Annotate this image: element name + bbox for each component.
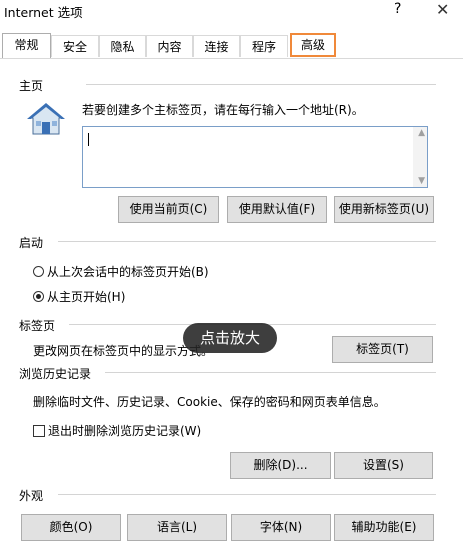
tab-general[interactable]: 常规 [2,33,51,58]
use-current-button[interactable]: 使用当前页(C) [118,196,219,223]
text-caret [88,133,89,146]
tab-advanced[interactable]: 高级 [290,33,336,57]
tabs-settings-button[interactable]: 标签页(T) [332,336,433,363]
history-description: 删除临时文件、历史记录、Cookie、保存的密码和网页表单信息。 [33,395,386,409]
delete-on-exit-checkbox[interactable] [33,425,45,437]
scroll-up-icon[interactable]: ▲ [418,128,425,138]
tabs-heading: 标签页 [19,319,56,333]
radio-last-session-label[interactable]: 从上次会话中的标签页开始(B) [47,263,209,280]
home-address-textarea[interactable]: ▲ ▼ [82,126,428,188]
accessibility-button[interactable]: 辅助功能(E) [334,514,434,541]
tab-divider [0,58,463,59]
scroll-down-icon[interactable]: ▼ [418,176,425,186]
help-button[interactable]: ? [394,1,401,17]
radio-home[interactable] [33,291,44,302]
address-scrollbar[interactable]: ▲ ▼ [413,127,427,187]
appearance-separator [58,494,436,495]
delete-on-exit-label[interactable]: 退出时删除浏览历史记录(W) [48,422,201,439]
home-heading: 主页 [19,79,44,93]
startup-separator [58,241,436,242]
tab-programs[interactable]: 程序 [240,35,288,57]
colors-button[interactable]: 颜色(O) [21,514,121,541]
window-title: Internet 选项 [4,5,83,20]
fonts-button[interactable]: 字体(N) [231,514,331,541]
use-new-tab-button[interactable]: 使用新标签页(U) [334,196,434,223]
tab-privacy[interactable]: 隐私 [99,35,146,57]
home-description: 若要创建多个主标签页，请在每行输入一个地址(R)。 [82,103,364,117]
languages-button[interactable]: 语言(L) [127,514,227,541]
delete-history-button[interactable]: 删除(D)... [230,452,331,479]
house-icon [26,102,66,136]
radio-last-session[interactable] [33,266,44,277]
click-to-enlarge-overlay[interactable]: 点击放大 [183,323,277,353]
history-separator [105,372,436,373]
history-heading: 浏览历史记录 [19,367,92,381]
startup-heading: 启动 [19,236,44,250]
tab-content[interactable]: 内容 [146,35,193,57]
tab-security[interactable]: 安全 [51,35,99,57]
close-button[interactable]: ✕ [436,0,449,19]
tab-strip: 常规 安全 隐私 内容 连接 程序 高级 [0,33,463,59]
radio-home-label[interactable]: 从主页开始(H) [47,288,125,305]
appearance-heading: 外观 [19,489,44,503]
history-settings-button[interactable]: 设置(S) [334,452,433,479]
tab-connections[interactable]: 连接 [193,35,240,57]
home-separator [86,84,436,85]
radio-selected-dot [36,294,41,299]
use-default-button[interactable]: 使用默认值(F) [227,196,327,223]
